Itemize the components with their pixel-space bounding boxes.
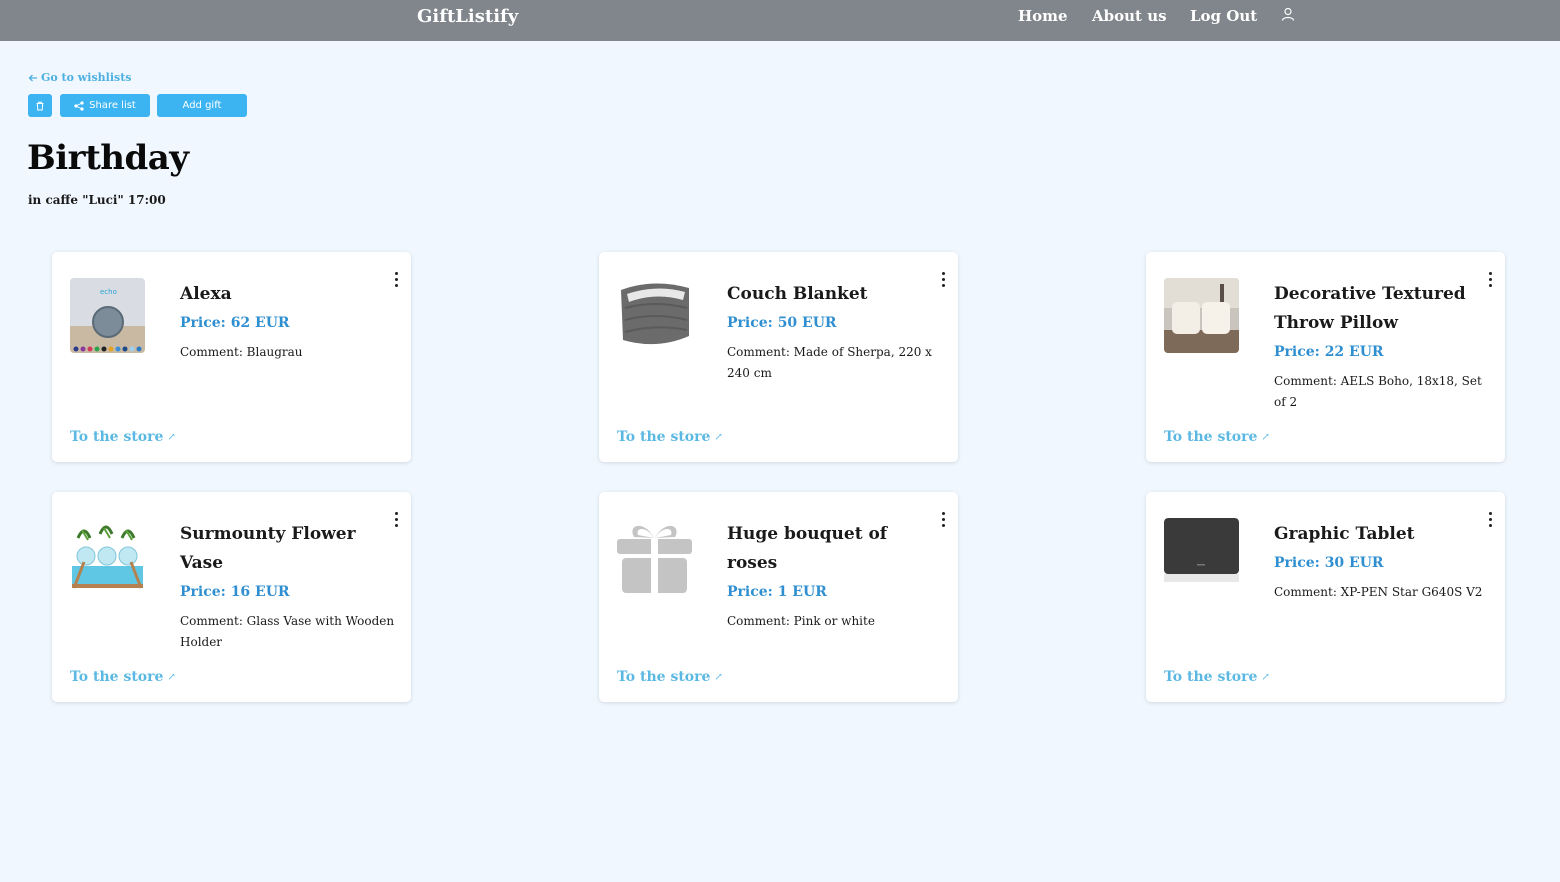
share-icon	[74, 100, 84, 111]
trash-icon	[36, 101, 44, 110]
to-the-store-link[interactable]: To the store ↗	[70, 429, 176, 445]
gift-name: Alexa	[180, 284, 232, 304]
gift-name: Couch Blanket	[727, 284, 868, 304]
nav-logout-link[interactable]: Log Out	[1190, 7, 1257, 25]
to-the-store-link[interactable]: To the store ↗	[617, 429, 723, 445]
gift-name: Decorative Textured Throw Pillow	[1274, 284, 1466, 333]
to-the-store-link[interactable]: To the store ↗	[1164, 669, 1270, 685]
gift-image	[617, 278, 692, 353]
go-to-wishlists-label: Go to wishlists	[41, 71, 132, 84]
gift-comment: Comment: Made of Sherpa, 220 x 240 cm	[727, 345, 932, 380]
to-the-store-label: To the store	[617, 429, 711, 445]
gift-placeholder-icon	[617, 518, 692, 593]
nav-about-link[interactable]: About us	[1092, 7, 1167, 25]
more-options-icon[interactable]	[391, 510, 401, 528]
delete-list-button[interactable]	[28, 94, 52, 117]
gift-image	[70, 518, 145, 593]
to-the-store-label: To the store	[617, 669, 711, 685]
gift-price: Price: 62 EUR	[180, 315, 290, 331]
add-gift-label: Add gift	[182, 100, 222, 111]
external-link-icon: ↗	[1261, 431, 1270, 443]
external-link-icon: ↗	[714, 431, 723, 443]
nav-home-link[interactable]: Home	[1018, 7, 1068, 25]
gift-image: echo	[70, 278, 145, 353]
to-the-store-label: To the store	[1164, 429, 1258, 445]
gift-price: Price: 1 EUR	[727, 584, 827, 600]
external-link-icon: ↗	[1261, 671, 1270, 683]
gift-price: Price: 16 EUR	[180, 584, 290, 600]
gift-image	[1164, 518, 1239, 593]
gift-price: Price: 22 EUR	[1274, 344, 1384, 360]
share-list-button[interactable]: Share list	[60, 94, 150, 117]
gift-comment: Comment: Glass Vase with Wooden Holder	[180, 614, 395, 649]
more-options-icon[interactable]	[391, 270, 401, 288]
to-the-store-label: To the store	[1164, 669, 1258, 685]
add-gift-button[interactable]: Add gift	[157, 94, 247, 117]
gift-card: Surmounty Flower Vase Price: 16 EUR Comm…	[52, 492, 411, 702]
gift-price: Price: 30 EUR	[1274, 555, 1384, 571]
gift-card: Decorative Textured Throw Pillow Price: …	[1146, 252, 1505, 462]
brand-logo[interactable]: GiftListify	[417, 6, 518, 27]
gift-comment: Comment: AELS Boho, 18x18, Set of 2	[1274, 374, 1482, 409]
gift-name: Graphic Tablet	[1274, 524, 1415, 544]
arrow-left-icon	[28, 74, 37, 81]
gift-price: Price: 50 EUR	[727, 315, 837, 331]
svg-text:echo: echo	[100, 288, 117, 296]
gift-comment: Comment: XP-PEN Star G640S V2	[1274, 585, 1483, 599]
gift-name: Huge bouquet of roses	[727, 524, 888, 573]
more-options-icon[interactable]	[1485, 270, 1495, 288]
external-link-icon: ↗	[714, 671, 723, 683]
gift-card: Huge bouquet of roses Price: 1 EUR Comme…	[599, 492, 958, 702]
gift-card: Graphic Tablet Price: 30 EUR Comment: XP…	[1146, 492, 1505, 702]
more-options-icon[interactable]	[938, 510, 948, 528]
share-list-label: Share list	[89, 100, 136, 111]
external-link-icon: ↗	[167, 431, 176, 443]
user-icon[interactable]	[1281, 7, 1295, 21]
gift-card: Couch Blanket Price: 50 EUR Comment: Mad…	[599, 252, 958, 462]
gift-comment: Comment: Pink or white	[727, 614, 875, 628]
more-options-icon[interactable]	[1485, 510, 1495, 528]
more-options-icon[interactable]	[938, 270, 948, 288]
gift-name: Surmounty Flower Vase	[180, 524, 356, 573]
to-the-store-label: To the store	[70, 429, 164, 445]
external-link-icon: ↗	[167, 671, 176, 683]
to-the-store-link[interactable]: To the store ↗	[70, 669, 176, 685]
to-the-store-label: To the store	[70, 669, 164, 685]
gift-comment: Comment: Blaugrau	[180, 345, 303, 359]
to-the-store-link[interactable]: To the store ↗	[1164, 429, 1270, 445]
gift-card: echo Alexa Price: 62 EUR Comment: Blaugr…	[52, 252, 411, 462]
go-to-wishlists-link[interactable]: Go to wishlists	[28, 71, 131, 84]
list-description: in caffe "Luci" 17:00	[28, 193, 166, 207]
navbar: GiftListify Home About us Log Out	[0, 0, 1560, 41]
page-title: Birthday	[27, 138, 189, 178]
gift-image	[1164, 278, 1239, 353]
to-the-store-link[interactable]: To the store ↗	[617, 669, 723, 685]
